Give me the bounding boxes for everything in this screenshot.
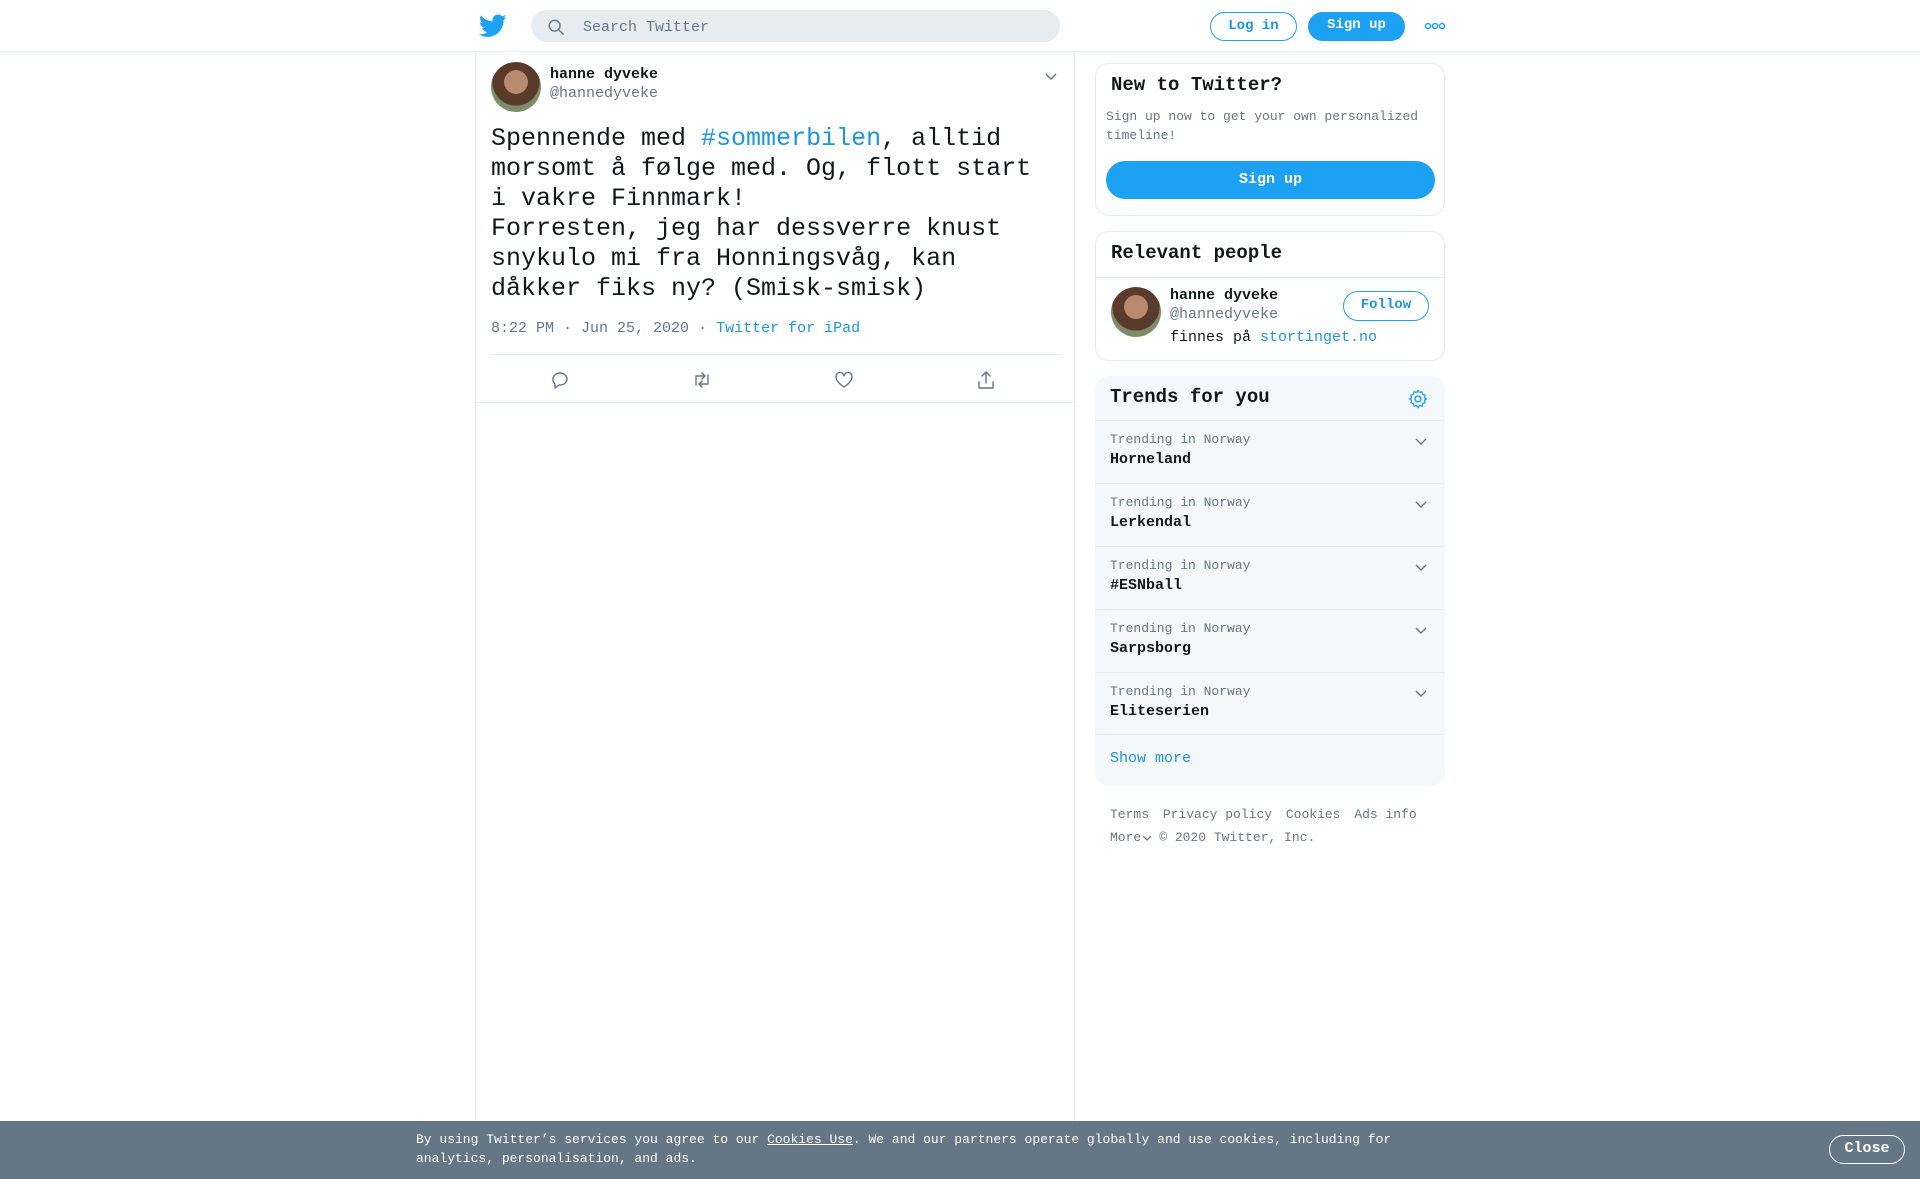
cookies-link[interactable]: Cookies — [1286, 807, 1341, 822]
cookies-use-link[interactable]: Cookies Use — [767, 1132, 853, 1147]
tweet-text: Spennende med #sommerbilen, alltid morso… — [491, 124, 1046, 304]
chevron-down-icon[interactable] — [1413, 685, 1429, 701]
search-icon — [548, 19, 564, 35]
relevant-people-card: Relevant people hanne dyveke @hannedyvek… — [1095, 231, 1445, 361]
trend-item[interactable]: Trending in Norway Horneland — [1095, 420, 1445, 483]
privacy-link[interactable]: Privacy policy — [1163, 807, 1272, 822]
author-name[interactable]: hanne dyveke — [550, 66, 658, 83]
tweet-meta: 8:22 PM · Jun 25, 2020 · Twitter for iPa… — [491, 320, 860, 337]
avatar[interactable] — [491, 62, 541, 112]
chevron-down-icon[interactable] — [1413, 433, 1429, 449]
like-icon[interactable] — [833, 369, 855, 391]
reply-icon[interactable] — [549, 369, 571, 391]
card-description: Sign up now to get your own personalized… — [1106, 109, 1419, 143]
meta-separator: · — [698, 320, 708, 337]
avatar[interactable] — [1111, 287, 1161, 337]
trend-item[interactable]: Trending in Norway #ESNball — [1095, 546, 1445, 609]
trend-name[interactable]: #ESNball — [1110, 577, 1182, 594]
trend-name[interactable]: Sarpsborg — [1110, 640, 1191, 657]
trend-name[interactable]: Lerkendal — [1110, 514, 1191, 531]
ads-info-link[interactable]: Ads info — [1354, 807, 1416, 822]
cookie-text: By using Twitter’s services you agree to… — [416, 1130, 1406, 1168]
author-handle[interactable]: @hannedyveke — [550, 85, 658, 102]
twitter-logo-icon[interactable] — [479, 14, 507, 38]
person-handle[interactable]: @hannedyveke — [1170, 306, 1278, 323]
trend-context: Trending in Norway — [1110, 495, 1251, 510]
search-box[interactable] — [531, 10, 1060, 42]
trends-card: Trends for you Trending in Norway Hornel… — [1095, 376, 1445, 786]
trend-context: Trending in Norway — [1110, 432, 1251, 447]
tweet-text-part: Spennende med — [491, 124, 702, 153]
more-link[interactable]: More — [1110, 830, 1141, 845]
search-input[interactable] — [581, 16, 1045, 38]
retweet-icon[interactable] — [691, 369, 713, 391]
tweet-timestamp[interactable]: 8:22 PM · Jun 25, 2020 — [491, 320, 689, 337]
follow-button[interactable]: Follow — [1343, 291, 1429, 321]
footer-links: Terms Privacy policy Cookies Ads info Mo… — [1110, 803, 1440, 849]
trend-context: Trending in Norway — [1110, 558, 1251, 573]
trend-name[interactable]: Horneland — [1110, 451, 1191, 468]
bio-link[interactable]: stortinget.no — [1260, 329, 1377, 346]
card-title: Relevant people — [1111, 242, 1283, 264]
card-title: Trends for you — [1110, 386, 1270, 408]
chevron-down-icon[interactable] — [1141, 832, 1153, 844]
card-title: New to Twitter? — [1111, 74, 1283, 96]
signup-button[interactable]: Sign up — [1308, 12, 1405, 41]
bio-text: finnes på — [1170, 329, 1261, 346]
copyright: © 2020 Twitter, Inc. — [1159, 830, 1316, 845]
signup-card-button[interactable]: Sign up — [1106, 161, 1435, 199]
trend-item[interactable]: Trending in Norway Lerkendal — [1095, 483, 1445, 546]
terms-link[interactable]: Terms — [1110, 807, 1149, 822]
show-more-link[interactable]: Show more — [1095, 734, 1445, 786]
chevron-down-icon[interactable] — [1413, 559, 1429, 575]
new-to-twitter-card: New to Twitter? Sign up now to get your … — [1095, 63, 1445, 216]
divider — [1096, 277, 1444, 278]
trend-context: Trending in Norway — [1110, 684, 1251, 699]
tweet-source-link[interactable]: Twitter for iPad — [716, 320, 860, 337]
chevron-down-icon[interactable] — [1413, 622, 1429, 638]
top-nav: Log in Sign up — [0, 0, 1920, 52]
cookie-text-part: By using Twitter’s services you agree to… — [416, 1132, 768, 1147]
show-more-label[interactable]: Show more — [1110, 750, 1191, 767]
trend-name[interactable]: Eliteserien — [1110, 703, 1209, 720]
person-name[interactable]: hanne dyveke — [1170, 287, 1278, 304]
close-button[interactable]: Close — [1829, 1135, 1905, 1164]
tweet-text-line2: Forresten, jeg har dessverre knust snyku… — [491, 214, 1002, 303]
chevron-down-icon[interactable] — [1043, 68, 1059, 84]
chevron-down-icon[interactable] — [1413, 496, 1429, 512]
trend-context: Trending in Norway — [1110, 621, 1251, 636]
login-button[interactable]: Log in — [1210, 12, 1297, 41]
cookie-banner: By using Twitter’s services you agree to… — [0, 1121, 1920, 1179]
tweet-actions — [476, 355, 1074, 403]
trend-item[interactable]: Trending in Norway Eliteserien — [1095, 672, 1445, 735]
more-dots-icon[interactable] — [1424, 20, 1446, 32]
trend-item[interactable]: Trending in Norway Sarpsborg — [1095, 609, 1445, 672]
share-icon[interactable] — [975, 369, 997, 391]
gear-icon[interactable] — [1407, 388, 1429, 410]
hashtag-link[interactable]: #sommerbilen — [701, 124, 881, 153]
person-bio: finnes på stortinget.no — [1170, 329, 1377, 346]
main-column: hanne dyveke @hannedyveke Spennende med … — [475, 52, 1075, 1122]
